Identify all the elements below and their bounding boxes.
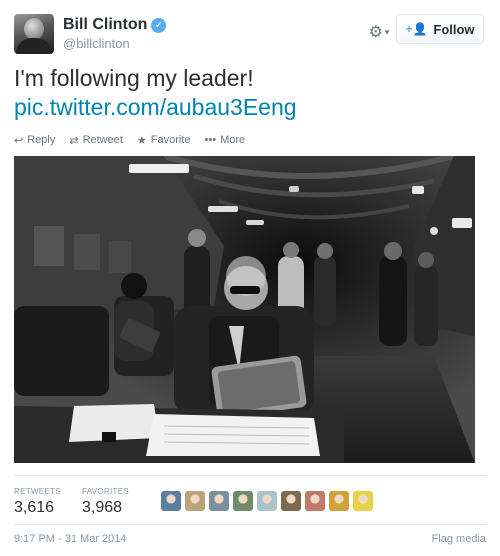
favorite-label: Favorite bbox=[150, 134, 191, 146]
settings-menu-button[interactable]: ⚙ ▾ bbox=[365, 18, 393, 46]
more-label: More bbox=[220, 134, 246, 146]
verified-badge-icon: ✓ bbox=[151, 17, 167, 33]
avatar-face bbox=[24, 18, 44, 40]
retweet-icon: ⇄ bbox=[69, 134, 79, 147]
tweet-stats: RETWEETS 3,616 FAVORITES 3,968 bbox=[14, 475, 486, 525]
favoriter-avatar[interactable] bbox=[329, 491, 349, 511]
avatar-body bbox=[16, 38, 52, 54]
retweets-stat[interactable]: RETWEETS 3,616 bbox=[14, 487, 61, 517]
chevron-down-icon: ▾ bbox=[384, 26, 390, 37]
user-fullname-row[interactable]: Bill Clinton ✓ bbox=[63, 16, 167, 34]
tweet-text: I'm following my leader! pic.twitter.com… bbox=[14, 64, 486, 122]
favorites-count: 3,968 bbox=[82, 499, 123, 516]
follow-label: Follow bbox=[433, 21, 475, 37]
gear-icon: ⚙ bbox=[368, 24, 383, 41]
retweets-count: 3,616 bbox=[14, 499, 55, 516]
favoriter-avatar[interactable] bbox=[257, 491, 277, 511]
tweet-media-link[interactable]: pic.twitter.com/aubau3Eeng bbox=[14, 93, 486, 122]
favoriter-avatar[interactable] bbox=[161, 491, 181, 511]
tweet-actions: ↩ Reply ⇄ Retweet ★ Favorite ••• More bbox=[14, 132, 245, 148]
favoriters-avatars bbox=[161, 491, 373, 511]
tweet-footer: 9:17 PM - 31 Mar 2014 Flag media bbox=[14, 533, 486, 545]
tweet-timestamp[interactable]: 9:17 PM - 31 Mar 2014 bbox=[14, 533, 127, 545]
favorite-button[interactable]: ★ Favorite bbox=[137, 134, 191, 147]
tweet-card: Bill Clinton ✓ @billclinton ⚙ ▾ +👤 Follow… bbox=[14, 0, 486, 556]
user-handle[interactable]: @billclinton bbox=[63, 36, 130, 51]
favoriter-avatar[interactable] bbox=[209, 491, 229, 511]
favoriter-avatar[interactable] bbox=[353, 491, 373, 511]
more-button[interactable]: ••• More bbox=[205, 134, 246, 146]
more-icon: ••• bbox=[204, 134, 217, 146]
favorites-stat[interactable]: FAVORITES 3,968 bbox=[82, 487, 129, 517]
tweet-photo[interactable] bbox=[14, 156, 475, 463]
tweet-header: Bill Clinton ✓ @billclinton ⚙ ▾ +👤 Follow bbox=[14, 14, 486, 58]
reply-icon: ↩ bbox=[14, 134, 24, 147]
retweet-label: Retweet bbox=[82, 134, 123, 146]
follow-button[interactable]: +👤 Follow bbox=[396, 14, 484, 44]
retweet-button[interactable]: ⇄ Retweet bbox=[69, 134, 123, 147]
reply-button[interactable]: ↩ Reply bbox=[14, 134, 55, 147]
star-icon: ★ bbox=[136, 134, 147, 147]
favoriter-avatar[interactable] bbox=[305, 491, 325, 511]
reply-label: Reply bbox=[27, 134, 56, 146]
user-fullname[interactable]: Bill Clinton bbox=[63, 16, 147, 34]
photo-airplane-cabin bbox=[14, 156, 475, 463]
favoriter-avatar[interactable] bbox=[281, 491, 301, 511]
flag-media-link[interactable]: Flag media bbox=[432, 533, 486, 545]
retweets-label: RETWEETS bbox=[14, 487, 61, 496]
add-user-icon: +👤 bbox=[405, 22, 428, 36]
favoriter-avatar[interactable] bbox=[185, 491, 205, 511]
avatar[interactable] bbox=[14, 14, 54, 54]
favorites-label: FAVORITES bbox=[82, 487, 130, 496]
tweet-body: I'm following my leader! bbox=[14, 65, 254, 91]
favoriter-avatar[interactable] bbox=[233, 491, 253, 511]
